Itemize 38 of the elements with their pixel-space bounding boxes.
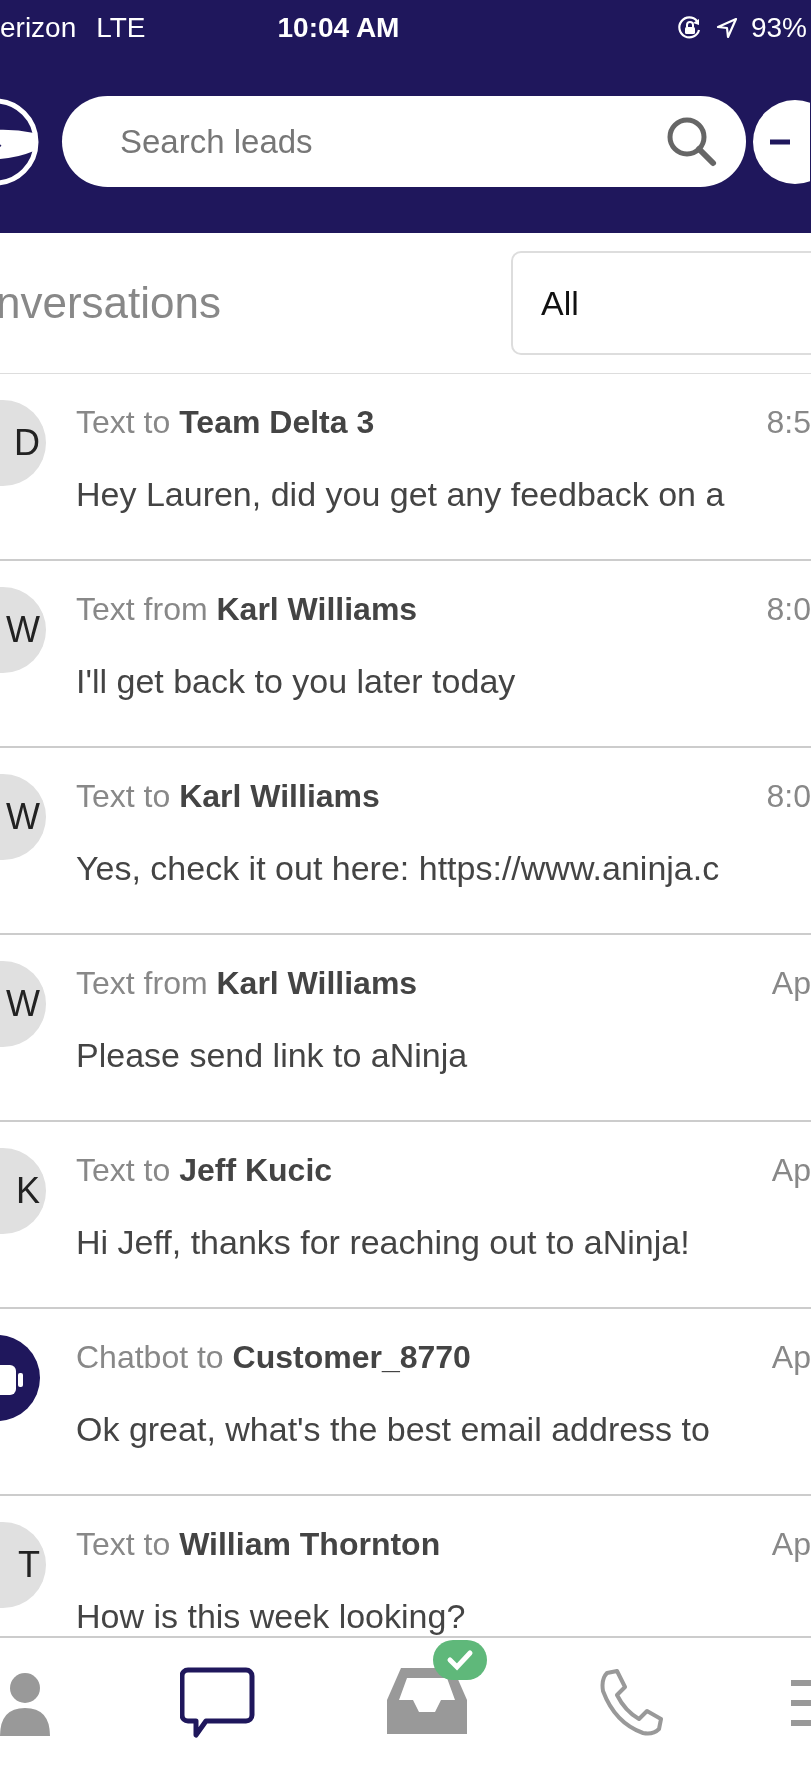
rotation-lock-icon xyxy=(676,15,703,41)
message-preview: I'll get back to you later today xyxy=(76,662,517,701)
message-preview: Please send link to aNinja xyxy=(76,1036,469,1075)
conversation-header: Chatbot to Customer_8770 xyxy=(76,1339,471,1376)
conversation-header: Text to Karl Williams xyxy=(76,778,380,815)
chat-icon[interactable] xyxy=(180,1667,257,1739)
network-type: LTE xyxy=(96,12,146,44)
message-preview: Yes, check it out here: https://www.aninja.c xyxy=(76,849,721,888)
conversation-header: Text to William Thornton xyxy=(76,1526,441,1563)
message-preview: Hi Jeff, thanks for reaching out to aNinja! xyxy=(76,1223,691,1262)
avatar: W xyxy=(0,961,46,1047)
conversation-header: Text to Jeff Kucic xyxy=(76,1152,333,1189)
conversation-header: Text to Team Delta 3 xyxy=(76,404,375,441)
battery-percent: 93% xyxy=(750,12,807,44)
conversation-time: Ap xyxy=(771,1339,811,1376)
message-preview: How is this week looking? xyxy=(76,1597,467,1636)
avatar: T xyxy=(0,1522,46,1608)
carrier-name: erizon xyxy=(0,12,77,44)
avatar: W xyxy=(0,774,46,860)
inbox-tray-icon[interactable] xyxy=(384,1666,469,1736)
conversation-time: Ap xyxy=(771,1526,811,1563)
conversation-time: 8:0 xyxy=(766,591,811,628)
avatar: K xyxy=(0,1148,46,1234)
conversation-time: Ap xyxy=(771,965,811,1002)
search-field[interactable]: Search leads xyxy=(118,121,664,162)
conversation-header: Text from Karl Williams xyxy=(76,965,418,1002)
filter-dropdown[interactable]: All xyxy=(511,251,811,355)
avatar: D xyxy=(0,400,46,486)
location-arrow-icon xyxy=(714,16,739,40)
search-bar[interactable]: Search leads xyxy=(62,96,746,187)
message-preview: Ok great, what's the best email address to xyxy=(76,1410,711,1449)
message-preview: Hey Lauren, did you get any feedback on a xyxy=(76,475,726,514)
conversation-time: Ap xyxy=(771,1152,811,1189)
avatar: W xyxy=(0,587,46,673)
conversation-header: Text from Karl Williams xyxy=(76,591,418,628)
conversation-time: 8:0 xyxy=(766,778,811,815)
conversation-time: 8:5 xyxy=(766,404,811,441)
status-time: 10:04 AM xyxy=(277,12,400,44)
